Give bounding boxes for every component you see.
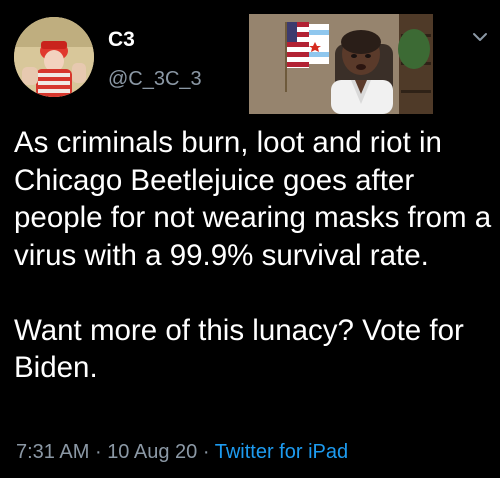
avatar[interactable] (14, 17, 94, 97)
user-handle[interactable]: @C_3C_3 (108, 67, 202, 91)
tweet-text: As criminals burn, loot and riot in Chic… (14, 124, 492, 387)
separator: · (202, 441, 210, 463)
display-name[interactable]: C3 (108, 27, 135, 53)
tweet-source-link[interactable]: Twitter for iPad (215, 441, 348, 463)
tweet-date[interactable]: 10 Aug 20 (107, 441, 197, 463)
tweet-text-paragraph: Want more of this lunacy? Vote for Biden… (14, 313, 464, 385)
separator: · (94, 441, 102, 463)
tweet-metadata: 7:31 AM · 10 Aug 20 · Twitter for iPad (16, 440, 348, 464)
embedded-photo[interactable] (249, 14, 433, 114)
tweet-text-paragraph: As criminals burn, loot and riot in Chic… (14, 126, 492, 272)
chevron-down-icon[interactable] (470, 27, 490, 47)
tweet-time[interactable]: 7:31 AM (16, 441, 89, 463)
